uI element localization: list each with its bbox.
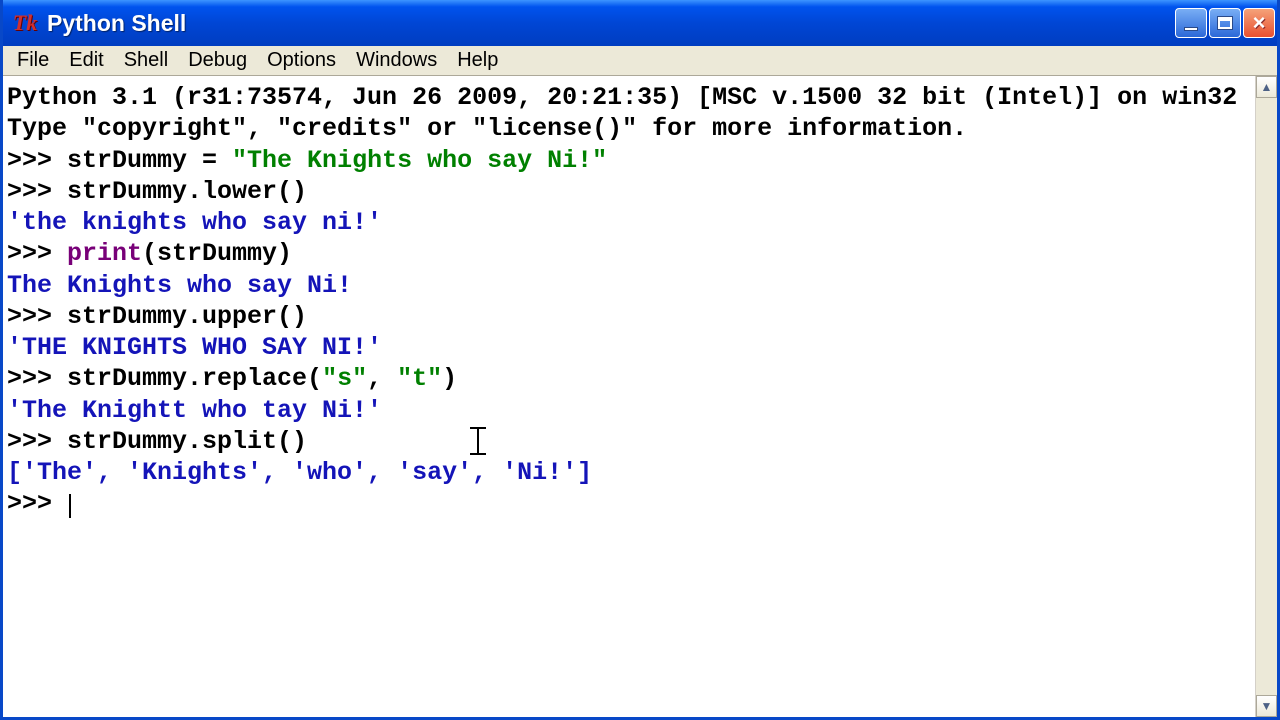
close-icon: × [1253, 12, 1266, 34]
input-line: >>> strDummy = "The Knights who say Ni!" [7, 145, 1251, 176]
shell-output[interactable]: Python 3.1 (r31:73574, Jun 26 2009, 20:2… [3, 76, 1255, 717]
banner-line: Python 3.1 (r31:73574, Jun 26 2009, 20:2… [7, 82, 1251, 113]
menubar: FileEditShellDebugOptionsWindowsHelp [3, 46, 1277, 76]
ibeam-cursor [477, 427, 479, 455]
input-line: >>> print(strDummy) [7, 238, 1251, 269]
banner-line: Type "copyright", "credits" or "license(… [7, 113, 1251, 144]
maximize-button[interactable] [1209, 8, 1241, 38]
content-area: Python 3.1 (r31:73574, Jun 26 2009, 20:2… [3, 76, 1277, 717]
output-line: 'THE KNIGHTS WHO SAY NI!' [7, 332, 1251, 363]
text-cursor [69, 494, 71, 518]
menu-shell[interactable]: Shell [114, 46, 178, 75]
output-line: 'the knights who say ni!' [7, 207, 1251, 238]
output-line: 'The Knightt who tay Ni!' [7, 395, 1251, 426]
window-controls: × [1175, 8, 1275, 38]
scroll-track[interactable] [1256, 98, 1277, 695]
menu-debug[interactable]: Debug [178, 46, 257, 75]
input-line: >>> [7, 488, 1251, 519]
menu-edit[interactable]: Edit [59, 46, 113, 75]
scroll-down-button[interactable]: ▼ [1256, 695, 1277, 717]
output-line: ['The', 'Knights', 'who', 'say', 'Ni!'] [7, 457, 1251, 488]
titlebar[interactable]: Tk Python Shell × [3, 0, 1277, 46]
input-line: >>> strDummy.upper() [7, 301, 1251, 332]
input-line: >>> strDummy.lower() [7, 176, 1251, 207]
close-button[interactable]: × [1243, 8, 1275, 38]
app-window: Tk Python Shell × FileEditShellDebugOpti… [0, 0, 1280, 720]
input-line: >>> strDummy.replace("s", "t") [7, 363, 1251, 394]
window-title: Python Shell [47, 10, 1175, 37]
app-icon: Tk [11, 9, 39, 37]
output-line: The Knights who say Ni! [7, 270, 1251, 301]
scroll-up-button[interactable]: ▲ [1256, 76, 1277, 98]
menu-file[interactable]: File [7, 46, 59, 75]
menu-help[interactable]: Help [447, 46, 508, 75]
minimize-icon [1184, 27, 1198, 31]
menu-options[interactable]: Options [257, 46, 346, 75]
input-line: >>> strDummy.split() [7, 426, 1251, 457]
minimize-button[interactable] [1175, 8, 1207, 38]
maximize-icon [1218, 17, 1232, 29]
vertical-scrollbar[interactable]: ▲ ▼ [1255, 76, 1277, 717]
menu-windows[interactable]: Windows [346, 46, 447, 75]
